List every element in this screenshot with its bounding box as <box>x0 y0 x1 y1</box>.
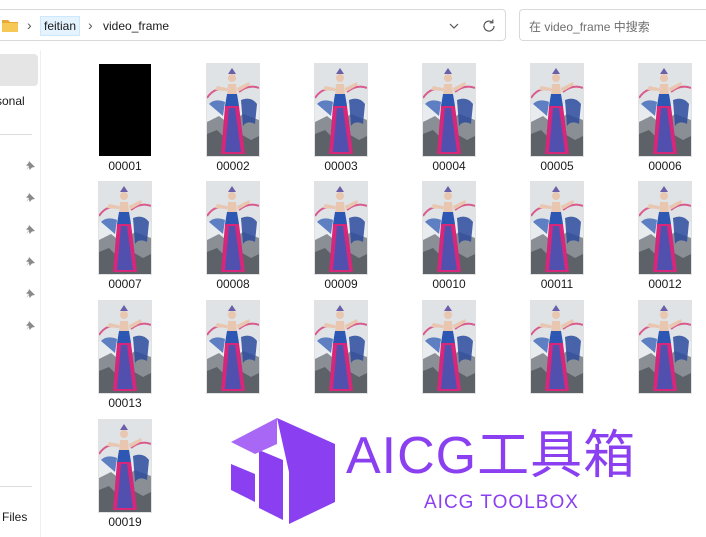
file-name: 00006 <box>648 159 682 173</box>
file-item[interactable] <box>290 301 390 416</box>
file-item[interactable]: 00019 <box>74 420 174 535</box>
file-thumbnail <box>207 182 259 274</box>
file-item[interactable]: 00011 <box>506 182 606 297</box>
file-item[interactable]: 00013 <box>74 301 174 416</box>
file-thumbnail <box>639 301 691 393</box>
file-name: 00012 <box>648 277 682 291</box>
file-thumbnail <box>531 301 583 393</box>
file-name: 00002 <box>216 159 250 173</box>
file-thumbnail <box>99 301 151 393</box>
file-item[interactable]: 00002 <box>182 64 282 179</box>
file-thumbnail <box>99 64 151 156</box>
file-thumbnail <box>423 64 475 156</box>
file-item[interactable] <box>182 301 282 416</box>
watermark-subtitle: AICG TOOLBOX <box>424 492 579 513</box>
file-name: 00003 <box>324 159 358 173</box>
file-item[interactable]: 00006 <box>614 64 706 179</box>
file-thumbnail <box>639 182 691 274</box>
file-item[interactable] <box>614 301 706 416</box>
file-name: 00009 <box>324 277 358 291</box>
file-item[interactable]: 00010 <box>398 182 498 297</box>
file-item[interactable]: 00012 <box>614 182 706 297</box>
file-item[interactable]: 00005 <box>506 64 606 179</box>
file-thumbnail <box>99 182 151 274</box>
file-thumbnail <box>207 64 259 156</box>
file-item[interactable] <box>506 301 606 416</box>
file-thumbnail <box>207 301 259 393</box>
file-name: 00010 <box>432 277 466 291</box>
file-name: 00019 <box>108 515 142 529</box>
aicg-logo <box>231 418 335 524</box>
watermark-title: AICG工具箱 <box>346 427 637 485</box>
file-name: 00004 <box>432 159 466 173</box>
file-thumbnail <box>423 182 475 274</box>
file-thumbnail <box>99 420 151 512</box>
file-name: 00007 <box>108 277 142 291</box>
file-item[interactable] <box>398 301 498 416</box>
file-name: 00001 <box>108 159 142 173</box>
file-thumbnail <box>531 64 583 156</box>
file-thumbnail <box>315 301 367 393</box>
file-name: 00008 <box>216 277 250 291</box>
file-item[interactable]: 00007 <box>74 182 174 297</box>
file-thumbnail <box>423 301 475 393</box>
file-item[interactable]: 00001 <box>74 64 174 179</box>
file-item[interactable]: 00008 <box>182 182 282 297</box>
file-name: 00013 <box>108 396 142 410</box>
file-item[interactable]: 00003 <box>290 64 390 179</box>
file-item[interactable]: 00009 <box>290 182 390 297</box>
file-name: 00011 <box>540 277 574 291</box>
file-item[interactable]: 00004 <box>398 64 498 179</box>
file-thumbnail <box>531 182 583 274</box>
file-thumbnail <box>315 182 367 274</box>
file-name: 00005 <box>540 159 574 173</box>
file-thumbnail <box>639 64 691 156</box>
file-thumbnail <box>315 64 367 156</box>
